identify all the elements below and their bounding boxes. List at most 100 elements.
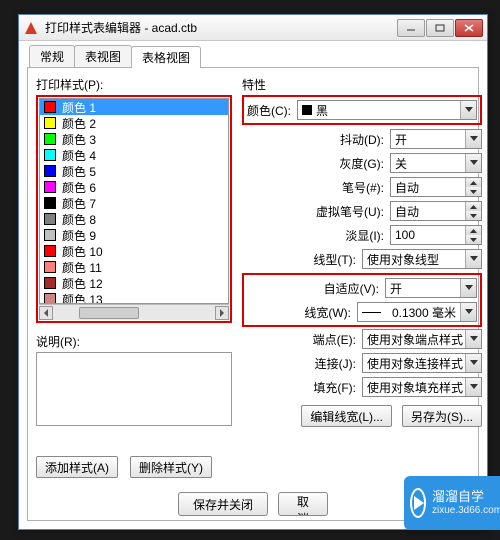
join-label: 连接(J): bbox=[315, 355, 356, 372]
titlebar[interactable]: 打印样式表编辑器 - acad.ctb bbox=[19, 15, 487, 41]
color-swatch-icon bbox=[44, 213, 56, 225]
color-name: 颜色 1 bbox=[62, 99, 96, 116]
list-item[interactable]: 颜色 10 bbox=[40, 243, 228, 259]
color-name: 颜色 4 bbox=[62, 147, 96, 164]
horiz-scrollbar[interactable] bbox=[39, 304, 229, 320]
save-as-button[interactable]: 另存为(S)... bbox=[402, 405, 482, 427]
pen-stepper[interactable]: 自动 bbox=[390, 177, 482, 197]
tab-panel: 打印样式(P): 颜色 1颜色 2颜色 3颜色 4颜色 5颜色 6颜色 7颜色 … bbox=[27, 67, 479, 521]
chevron-down-icon[interactable] bbox=[460, 101, 476, 119]
chevron-down-icon[interactable] bbox=[465, 330, 481, 348]
app-icon bbox=[23, 20, 39, 36]
watermark-url: zixue.3d66.com bbox=[432, 505, 500, 517]
window-title: 打印样式表编辑器 - acad.ctb bbox=[45, 19, 397, 36]
gray-label: 灰度(G): bbox=[339, 155, 384, 172]
list-item[interactable]: 颜色 2 bbox=[40, 115, 228, 131]
color-combo[interactable]: 黑 bbox=[297, 100, 477, 120]
scroll-right-icon[interactable] bbox=[215, 306, 229, 320]
color-name: 颜色 8 bbox=[62, 211, 96, 228]
chevron-down-icon[interactable] bbox=[465, 130, 481, 148]
tab-general[interactable]: 常规 bbox=[29, 45, 75, 67]
lw-label: 线宽(W): bbox=[304, 304, 351, 321]
list-item[interactable]: 颜色 12 bbox=[40, 275, 228, 291]
color-name: 颜色 12 bbox=[62, 275, 103, 292]
properties-label: 特性 bbox=[242, 76, 482, 93]
color-name: 颜色 3 bbox=[62, 131, 96, 148]
stepper-up-icon[interactable] bbox=[466, 202, 481, 211]
dim-stepper[interactable]: 100 bbox=[390, 225, 482, 245]
list-item[interactable]: 颜色 11 bbox=[40, 259, 228, 275]
chevron-down-icon[interactable] bbox=[465, 378, 481, 396]
color-list-highlight: 颜色 1颜色 2颜色 3颜色 4颜色 5颜色 6颜色 7颜色 8颜色 9颜色 1… bbox=[36, 95, 232, 323]
fill-label: 填充(F): bbox=[313, 379, 356, 396]
join-combo[interactable]: 使用对象连接样式 bbox=[362, 353, 482, 373]
dim-label: 淡显(I): bbox=[345, 227, 384, 244]
tab-form-view[interactable]: 表格视图 bbox=[131, 46, 201, 68]
color-swatch-icon bbox=[44, 229, 56, 241]
chevron-down-icon[interactable] bbox=[465, 250, 481, 268]
chevron-down-icon[interactable] bbox=[460, 303, 476, 321]
left-column: 打印样式(P): 颜色 1颜色 2颜色 3颜色 4颜色 5颜色 6颜色 7颜色 … bbox=[36, 76, 232, 478]
color-swatch-icon bbox=[44, 133, 56, 145]
stepper-down-icon[interactable] bbox=[466, 211, 481, 220]
adapt-combo[interactable]: 开 bbox=[385, 278, 477, 298]
color-name: 颜色 2 bbox=[62, 115, 96, 132]
stepper-up-icon[interactable] bbox=[466, 226, 481, 235]
color-swatch-icon bbox=[44, 149, 56, 161]
dither-combo[interactable]: 开 bbox=[390, 129, 482, 149]
color-swatch-icon bbox=[44, 117, 56, 129]
description-label: 说明(R): bbox=[36, 333, 232, 350]
color-swatch-icon bbox=[44, 277, 56, 289]
plot-style-list[interactable]: 颜色 1颜色 2颜色 3颜色 4颜色 5颜色 6颜色 7颜色 8颜色 9颜色 1… bbox=[39, 98, 229, 304]
list-item[interactable]: 颜色 5 bbox=[40, 163, 228, 179]
maximize-button[interactable] bbox=[426, 19, 454, 37]
chevron-down-icon[interactable] bbox=[465, 354, 481, 372]
description-textarea[interactable] bbox=[36, 352, 232, 426]
print-styles-label: 打印样式(P): bbox=[36, 76, 232, 93]
color-swatch-icon bbox=[44, 245, 56, 257]
close-button[interactable] bbox=[455, 19, 483, 37]
gray-combo[interactable]: 关 bbox=[390, 153, 482, 173]
save-close-button[interactable]: 保存并关闭 bbox=[178, 492, 268, 516]
scroll-left-icon[interactable] bbox=[39, 306, 53, 320]
color-swatch-icon bbox=[44, 293, 56, 304]
scroll-thumb[interactable] bbox=[79, 307, 139, 319]
stepper-up-icon[interactable] bbox=[466, 178, 481, 187]
fill-combo[interactable]: 使用对象填充样式 bbox=[362, 377, 482, 397]
edit-lineweight-button[interactable]: 编辑线宽(L)... bbox=[301, 405, 392, 427]
tab-bar: 常规 表视图 表格视图 bbox=[29, 45, 487, 67]
list-item[interactable]: 颜色 7 bbox=[40, 195, 228, 211]
list-item[interactable]: 颜色 4 bbox=[40, 147, 228, 163]
cancel-button[interactable]: 取消 bbox=[278, 492, 328, 516]
color-name: 颜色 13 bbox=[62, 291, 103, 305]
color-swatch-icon bbox=[44, 181, 56, 193]
minimize-button[interactable] bbox=[397, 19, 425, 37]
color-name: 颜色 9 bbox=[62, 227, 96, 244]
tab-table-view[interactable]: 表视图 bbox=[74, 45, 132, 67]
vpen-stepper[interactable]: 自动 bbox=[390, 201, 482, 221]
adapt-label: 自适应(V): bbox=[324, 280, 379, 297]
stepper-down-icon[interactable] bbox=[466, 187, 481, 196]
vpen-label: 虚拟笔号(U): bbox=[316, 203, 384, 220]
chevron-down-icon[interactable] bbox=[460, 279, 476, 297]
list-item[interactable]: 颜色 13 bbox=[40, 291, 228, 304]
adapt-row-highlight: 自适应(V): 开 线宽(W): 0.1300 毫米 bbox=[242, 273, 482, 327]
endcap-combo[interactable]: 使用对象端点样式 bbox=[362, 329, 482, 349]
list-item[interactable]: 颜色 1 bbox=[40, 99, 228, 115]
list-item[interactable]: 颜色 8 bbox=[40, 211, 228, 227]
list-item[interactable]: 颜色 6 bbox=[40, 179, 228, 195]
color-value: 黑 bbox=[316, 102, 328, 119]
color-swatch-icon bbox=[44, 197, 56, 209]
add-style-button[interactable]: 添加样式(A) bbox=[36, 456, 118, 478]
ltype-label: 线型(T): bbox=[313, 251, 356, 268]
ltype-combo[interactable]: 使用对象线型 bbox=[362, 249, 482, 269]
list-item[interactable]: 颜色 3 bbox=[40, 131, 228, 147]
delete-style-button[interactable]: 删除样式(Y) bbox=[130, 456, 212, 478]
lw-combo[interactable]: 0.1300 毫米 bbox=[357, 302, 477, 322]
list-item[interactable]: 颜色 9 bbox=[40, 227, 228, 243]
chevron-down-icon[interactable] bbox=[465, 154, 481, 172]
properties-column: 特性 颜色(C): 黑 抖动(D): 开 灰度(G): bbox=[232, 76, 482, 478]
color-swatch-icon bbox=[44, 261, 56, 273]
color-row-highlight: 颜色(C): 黑 bbox=[242, 95, 482, 125]
stepper-down-icon[interactable] bbox=[466, 235, 481, 244]
